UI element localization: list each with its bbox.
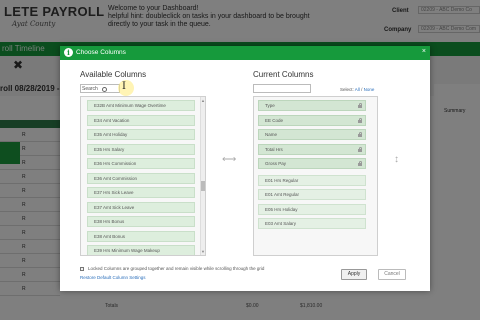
available-column-item[interactable]: E39 Hrs Minimum Wage Makeup bbox=[87, 245, 195, 255]
current-column-item[interactable]: E05 Hrs Holiday bbox=[258, 203, 366, 215]
current-column-item-locked[interactable]: Type bbox=[258, 100, 366, 111]
available-column-item[interactable]: E34 Amt Vacation bbox=[87, 114, 195, 126]
info-icon: i bbox=[64, 48, 73, 57]
lock-icon[interactable] bbox=[358, 103, 362, 108]
available-column-item[interactable]: E37 Hrs Sick Leave bbox=[87, 187, 195, 198]
choose-columns-dialog: i Choose Columns × Available Columns Sea… bbox=[60, 46, 430, 291]
current-column-item[interactable]: E01 Hrs Regular bbox=[258, 174, 366, 186]
select-all-link[interactable]: All bbox=[355, 87, 360, 92]
current-search-input[interactable] bbox=[253, 84, 311, 93]
available-columns-title: Available Columns bbox=[80, 70, 147, 79]
current-column-item-locked[interactable]: EE Code bbox=[258, 114, 366, 126]
swap-arrows-icon: ⟷ bbox=[222, 154, 237, 165]
available-column-item[interactable]: E32B Amt Minimum Wage Overtime bbox=[87, 100, 195, 111]
select-links: Select: All / None bbox=[340, 87, 374, 92]
locked-columns-checkbox[interactable] bbox=[80, 267, 84, 271]
available-column-item[interactable]: E35 Amt Holiday bbox=[87, 129, 195, 140]
lock-icon[interactable] bbox=[358, 132, 362, 137]
cursor-highlight bbox=[118, 80, 134, 96]
scroll-up-icon[interactable]: ▲ bbox=[201, 98, 205, 103]
locked-columns-note: Locked Columns are grouped together and … bbox=[88, 266, 265, 271]
reorder-arrows-icon: ↕ bbox=[394, 154, 399, 165]
column-label: Type bbox=[265, 103, 275, 108]
current-columns-list[interactable]: Type EE Code Name Total Hrs Gross Pay E01 Hrs… bbox=[253, 96, 378, 256]
available-column-item[interactable]: E37 Amt Sick Leave bbox=[87, 201, 195, 213]
search-radio[interactable] bbox=[102, 87, 107, 92]
dialog-header: i Choose Columns × bbox=[60, 46, 430, 60]
select-none-link[interactable]: None bbox=[364, 87, 375, 92]
column-label: EE Code bbox=[265, 117, 284, 123]
current-column-item[interactable]: E03 Amt Salary bbox=[258, 218, 366, 229]
available-columns-list[interactable]: E32B Amt Minimum Wage Overtime E34 Amt Va… bbox=[80, 96, 206, 256]
available-column-item[interactable]: E38 Amt Bonus bbox=[87, 230, 195, 242]
dialog-title: Choose Columns bbox=[76, 49, 126, 56]
column-label: Name bbox=[265, 132, 278, 137]
lock-icon[interactable] bbox=[358, 117, 362, 123]
text-cursor-icon: I bbox=[122, 81, 126, 92]
select-separator: / bbox=[361, 87, 363, 92]
current-column-item-locked[interactable]: Gross Pay bbox=[258, 158, 366, 169]
current-column-item-locked[interactable]: Total Hrs bbox=[258, 143, 366, 155]
available-column-item[interactable]: E36 Hrs Commission bbox=[87, 158, 195, 169]
cancel-button[interactable]: Cancel bbox=[378, 269, 406, 280]
search-label: Search bbox=[82, 86, 98, 92]
lock-icon[interactable] bbox=[358, 161, 362, 166]
lock-icon[interactable] bbox=[358, 146, 362, 152]
apply-button[interactable]: Apply bbox=[341, 269, 367, 280]
current-column-item-locked[interactable]: Name bbox=[258, 129, 366, 140]
scroll-thumb[interactable] bbox=[201, 181, 205, 191]
available-column-item[interactable]: E35 Hrs Salary bbox=[87, 143, 195, 155]
current-columns-title: Current Columns bbox=[253, 70, 314, 79]
current-column-item[interactable]: E01 Amt Regular bbox=[258, 189, 366, 200]
select-label: Select: bbox=[340, 87, 354, 92]
column-label: Gross Pay bbox=[265, 161, 287, 166]
close-icon[interactable]: × bbox=[422, 48, 426, 55]
available-column-item[interactable]: E38 Hrs Bonus bbox=[87, 216, 195, 227]
restore-default-link[interactable]: Restore Default Column Settings bbox=[80, 275, 146, 280]
column-label: Total Hrs bbox=[265, 146, 283, 152]
available-scrollbar[interactable]: ▲ ▼ bbox=[200, 97, 205, 255]
available-column-item[interactable]: E36 Amt Commission bbox=[87, 172, 195, 184]
scroll-down-icon[interactable]: ▼ bbox=[201, 249, 205, 254]
